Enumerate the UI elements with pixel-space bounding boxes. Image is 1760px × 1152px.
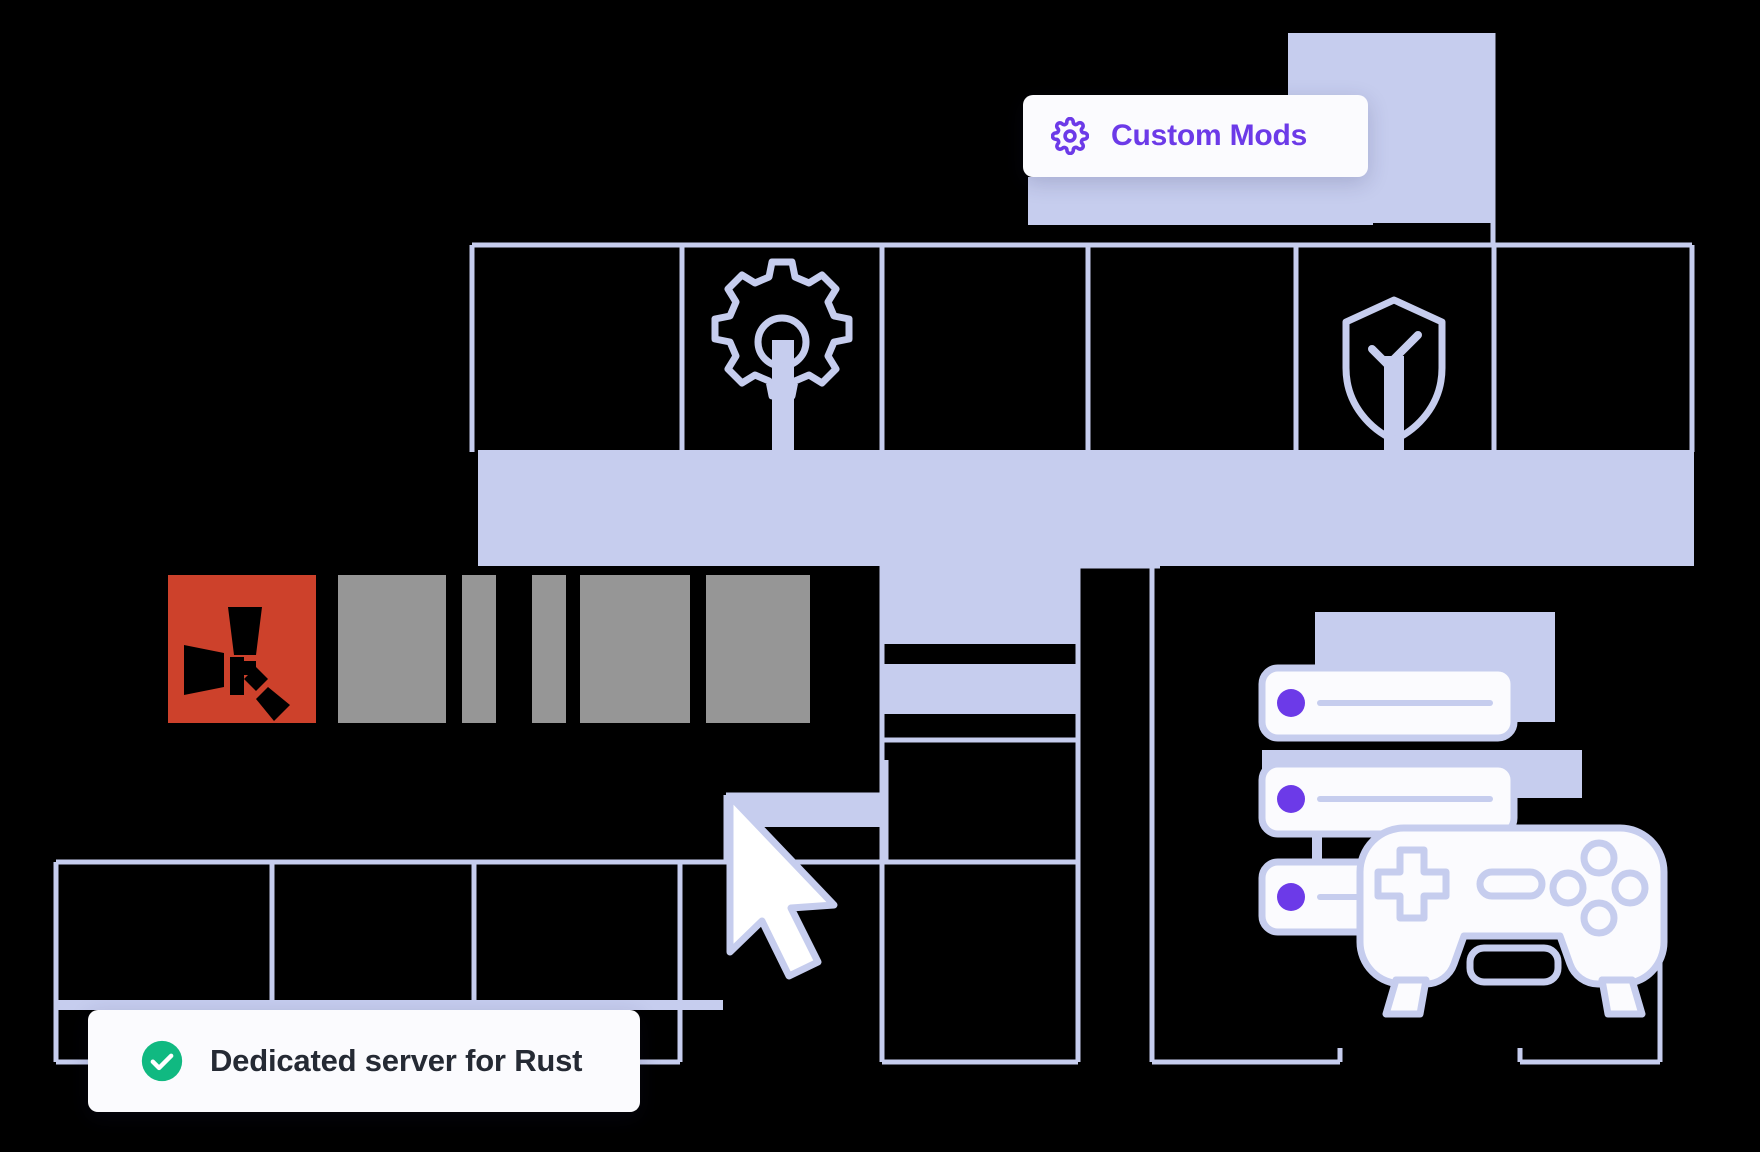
server-unit — [1258, 664, 1518, 742]
rust-letter-u-gap — [496, 575, 532, 723]
rust-letter-t — [706, 575, 810, 723]
rust-mark-icon — [168, 575, 316, 723]
dedicated-server-label: Dedicated server for Rust — [210, 1043, 583, 1078]
dedicated-server-chip[interactable]: Dedicated server for Rust — [88, 1010, 640, 1112]
illustration-canvas: Custom Mods Dedicated server for Rust — [0, 0, 1760, 1152]
rust-logo — [168, 575, 810, 723]
center-button — [1466, 944, 1562, 986]
check-circle-icon — [140, 1039, 184, 1083]
custom-mods-label: Custom Mods — [1111, 119, 1308, 152]
rust-letter-s — [580, 575, 690, 723]
rust-letter-u-right — [532, 575, 566, 723]
rust-letter-r — [338, 575, 446, 723]
server-unit — [1258, 760, 1518, 838]
rust-wordmark — [338, 575, 810, 723]
rust-letter-u-left — [462, 575, 496, 723]
gamepad-icon — [1356, 824, 1668, 1018]
gear-icon — [1051, 117, 1089, 155]
custom-mods-chip[interactable]: Custom Mods — [1023, 95, 1368, 177]
rust-mark-glyph — [168, 575, 316, 723]
